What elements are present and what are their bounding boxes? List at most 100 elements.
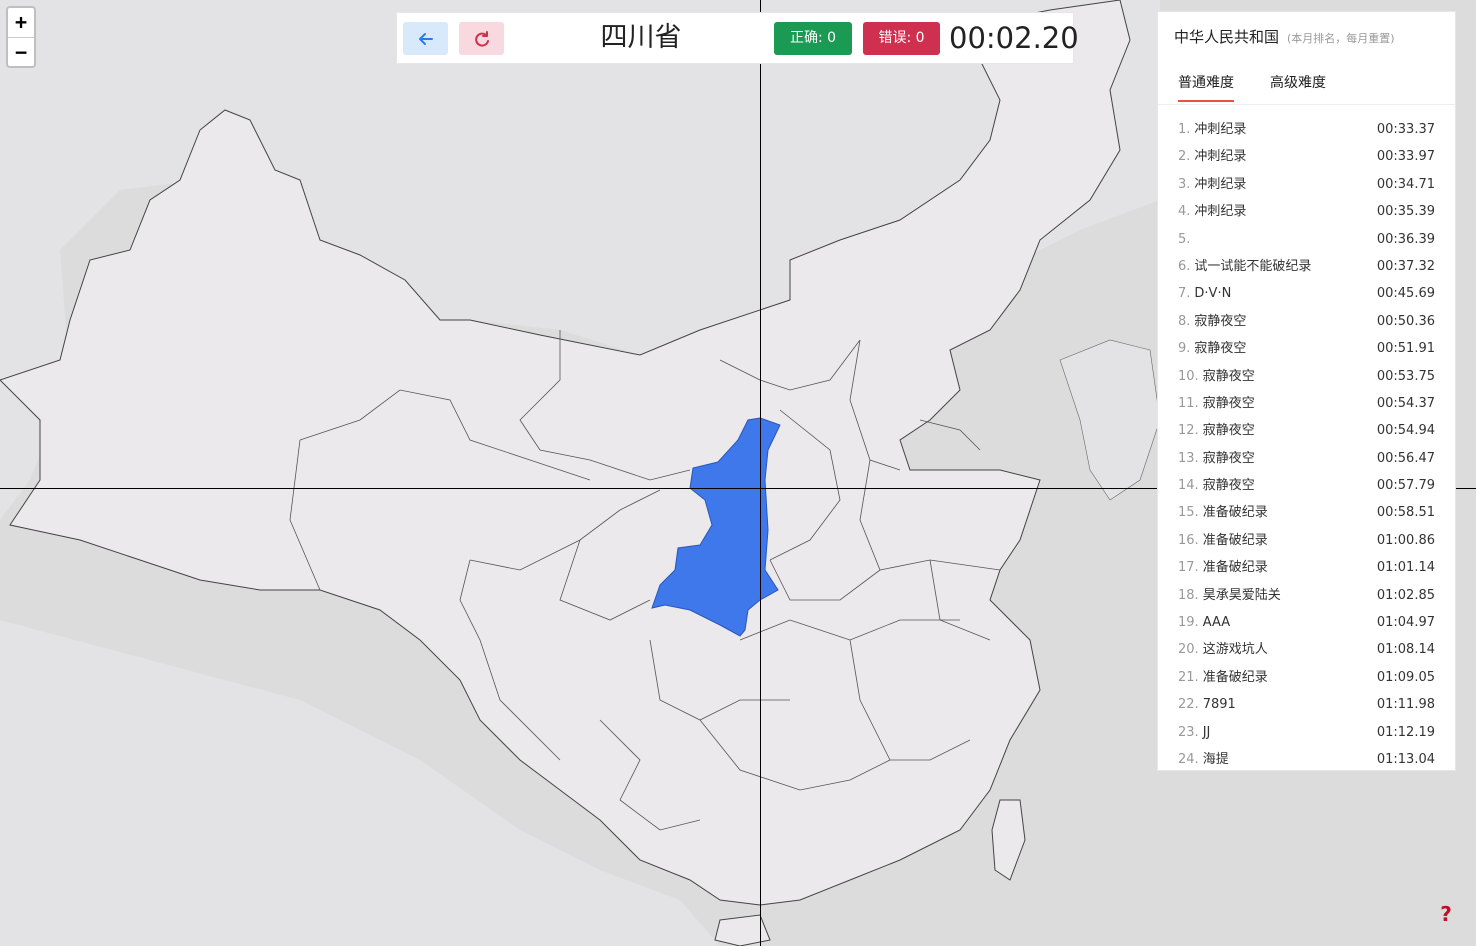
rank-number: 11. [1178,395,1199,411]
rank-list: 1. 冲刺纪录 00:33.37 2. 冲刺纪录 00:33.97 3. 冲刺纪录 00:34.… [1158,116,1455,770]
player-name: 冲刺纪录 [1194,176,1247,192]
rank-number: 12. [1178,423,1199,439]
player-name: 昊承昊爱陆关 [1202,587,1281,603]
record-time: 00:34.71 [1376,176,1435,192]
rank-number: 15. [1178,505,1199,521]
leaderboard-row: 10. 寂静夜空 00:53.75 [1158,363,1455,390]
record-time: 01:12.19 [1376,724,1435,740]
player-name: 试一试能不能破纪录 [1194,258,1312,274]
game-timer: 00:02.20 [949,21,1079,55]
back-button[interactable] [403,22,448,55]
record-time: 00:50.36 [1376,313,1435,329]
leaderboard-row: 8. 寂静夜空 00:50.36 [1158,308,1455,335]
record-time: 01:02.85 [1376,587,1435,603]
leaderboard-title-text: 中华人民共和国 [1174,28,1280,46]
player-name: 海提 [1202,751,1229,767]
reset-button[interactable] [459,22,504,55]
record-time: 01:01.14 [1376,560,1435,576]
correct-count-badge: 正确: 0 [774,22,852,55]
rank-number: 23. [1178,724,1199,740]
leaderboard-row: 20. 这游戏坑人 01:08.14 [1158,636,1455,663]
player-name: 寂静夜空 [1202,368,1255,384]
player-name: 7891 [1202,697,1236,713]
difficulty-tabs: 普通难度 高级难度 [1158,70,1455,105]
rank-number: 6. [1178,258,1191,274]
leaderboard-row: 3. 冲刺纪录 00:34.71 [1158,171,1455,198]
leaderboard-row: 22. 7891 01:11.98 [1158,691,1455,718]
player-name: 寂静夜空 [1202,395,1255,411]
record-time: 00:54.94 [1376,423,1435,439]
leaderboard-row: 2. 冲刺纪录 00:33.97 [1158,143,1455,170]
leaderboard-row: 15. 准备破纪录 00:58.51 [1158,499,1455,526]
leaderboard-note: (本月排名，每月重置) [1287,32,1395,45]
player-name: 寂静夜空 [1202,450,1255,466]
record-time: 00:45.69 [1376,286,1435,302]
target-province-label: 四川省 [600,22,682,53]
refresh-icon [474,30,489,47]
rank-number: 18. [1178,587,1199,603]
leaderboard-row: 21. 准备破纪录 01:09.05 [1158,664,1455,691]
leaderboard-row: 18. 昊承昊爱陆关 01:02.85 [1158,582,1455,609]
leaderboard-title: 中华人民共和国 (本月排名，每月重置) [1174,26,1395,47]
record-time: 00:33.97 [1376,149,1435,165]
record-time: 01:09.05 [1376,669,1435,685]
record-time: 00:33.37 [1376,122,1435,137]
leaderboard-row: 17. 准备破纪录 01:01.14 [1158,554,1455,581]
rank-number: 17. [1178,560,1199,576]
record-time: 00:37.32 [1376,258,1435,274]
player-name: 冲刺纪录 [1194,149,1247,165]
tab-advanced-difficulty[interactable]: 高级难度 [1270,72,1326,100]
hainan-island [714,914,771,946]
rank-number: 20. [1178,642,1199,658]
player-name: 准备破纪录 [1202,560,1268,576]
record-time: 00:53.75 [1376,368,1435,384]
rank-number: 4. [1178,204,1191,220]
leaderboard-row: 12. 寂静夜空 00:54.94 [1158,417,1455,444]
record-time: 00:56.47 [1376,450,1435,466]
player-name: 准备破纪录 [1202,532,1268,548]
record-time: 00:57.79 [1376,478,1435,494]
leaderboard-row: 24. 海提 01:13.04 [1158,746,1455,770]
rank-number: 9. [1178,341,1191,357]
record-time: 00:36.39 [1376,231,1435,247]
record-time: 00:51.91 [1376,341,1435,357]
record-time: 01:00.86 [1376,532,1435,548]
leaderboard-row: 16. 准备破纪录 01:00.86 [1158,527,1455,554]
leaderboard-row: 11. 寂静夜空 00:54.37 [1158,390,1455,417]
record-time: 00:54.37 [1376,395,1435,411]
player-name: 寂静夜空 [1202,478,1255,494]
help-icon[interactable]: ? [1436,902,1456,926]
crosshair-vertical [760,0,761,946]
record-time: 00:35.39 [1376,204,1435,220]
leaderboard-row: 9. 寂静夜空 00:51.91 [1158,335,1455,362]
player-name: AAA [1202,615,1231,631]
player-name: 准备破纪录 [1202,669,1268,685]
rank-number: 14. [1178,478,1199,494]
rank-number: 19. [1178,615,1199,631]
player-name: 这游戏坑人 [1202,642,1268,658]
leaderboard-row: 23. JJ 01:12.19 [1158,719,1455,746]
tab-normal-difficulty[interactable]: 普通难度 [1178,72,1234,102]
zoom-in-button[interactable]: + [8,8,34,38]
rank-number: 5. [1178,231,1191,247]
record-time: 01:13.04 [1376,751,1435,767]
rank-number: 1. [1178,122,1191,137]
player-name: 冲刺纪录 [1194,204,1247,220]
record-time: 01:04.97 [1376,615,1435,631]
rank-number: 2. [1178,149,1191,165]
zoom-out-button[interactable]: − [8,38,34,66]
player-name: 准备破纪录 [1202,505,1268,521]
player-name: 冲刺纪录 [1194,122,1247,137]
arrow-left-icon [418,32,433,45]
rank-number: 13. [1178,450,1199,466]
record-time: 01:08.14 [1376,642,1435,658]
leaderboard-panel: 中华人民共和国 (本月排名，每月重置) 普通难度 高级难度 1. 冲刺纪录 00:33… [1157,11,1456,771]
rank-number: 3. [1178,176,1191,192]
leaderboard-row: 4. 冲刺纪录 00:35.39 [1158,198,1455,225]
leaderboard-row: 14. 寂静夜空 00:57.79 [1158,472,1455,499]
rank-number: 10. [1178,368,1199,384]
wrong-count-badge: 错误: 0 [863,22,940,55]
player-name: D·V·N [1194,286,1232,302]
leaderboard-row: 7. D·V·N 00:45.69 [1158,280,1455,307]
player-name: JJ [1202,724,1211,740]
